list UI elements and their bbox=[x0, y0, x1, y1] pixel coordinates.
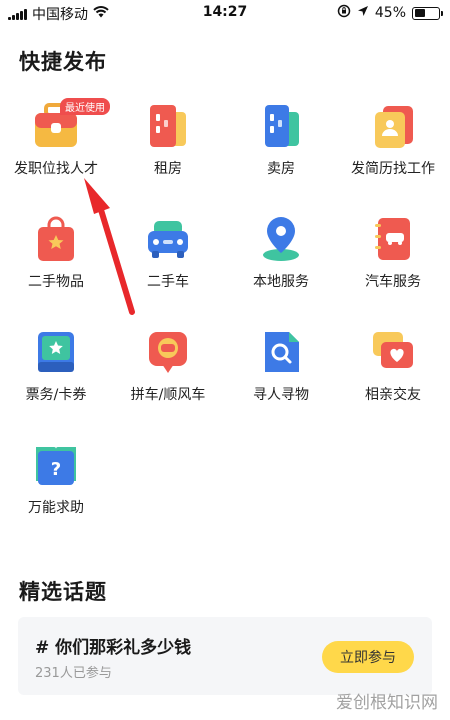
quick-item-local-service[interactable]: 本地服务 bbox=[225, 211, 337, 321]
quick-item-label: 拼车/顺风车 bbox=[130, 387, 206, 403]
quick-item-label: 发职位找人才 bbox=[14, 161, 98, 177]
heart-chat-icon bbox=[367, 326, 419, 378]
orientation-lock-icon bbox=[337, 4, 351, 22]
quick-item-help[interactable]: ? 万能求助 bbox=[0, 437, 112, 547]
quick-item-label: 发简历找工作 bbox=[351, 161, 435, 177]
help-book-icon: ? bbox=[30, 439, 82, 491]
location-pin-icon bbox=[255, 213, 307, 265]
quick-item-label: 租房 bbox=[154, 161, 182, 177]
ticket-icon bbox=[30, 326, 82, 378]
quick-item-label: 二手物品 bbox=[28, 274, 84, 290]
topic-participants: 231人已参与 bbox=[35, 666, 112, 681]
topics-title: 精选话题 bbox=[19, 580, 107, 604]
svg-text:?: ? bbox=[51, 459, 61, 480]
quick-item-label: 相亲交友 bbox=[365, 387, 421, 403]
status-bar: 中国移动 14:27 45% bbox=[0, 0, 450, 26]
quick-post-title: 快捷发布 bbox=[19, 50, 107, 74]
shopping-bag-icon bbox=[30, 213, 82, 265]
used-car-icon bbox=[142, 213, 194, 265]
quick-item-second-hand-goods[interactable]: 二手物品 bbox=[0, 211, 112, 321]
topic-title: # 你们那彩礼多少钱 bbox=[35, 638, 192, 658]
quick-item-car-service[interactable]: 汽车服务 bbox=[337, 211, 449, 321]
quick-item-label: 寻人寻物 bbox=[253, 387, 309, 403]
sell-building-icon bbox=[255, 100, 307, 152]
topic-card[interactable]: # 你们那彩礼多少钱 231人已参与 立即参与 bbox=[18, 617, 432, 695]
quick-item-carpool[interactable]: 拼车/顺风车 bbox=[112, 324, 224, 434]
battery-percent: 45% bbox=[374, 5, 406, 21]
car-service-book-icon bbox=[367, 213, 419, 265]
battery-level bbox=[414, 9, 425, 17]
location-arrow-icon bbox=[357, 5, 369, 21]
quick-item-label: 汽车服务 bbox=[365, 274, 421, 290]
watermark: 爱创根知识网 bbox=[336, 693, 438, 713]
quick-item-tickets[interactable]: 票务/卡券 bbox=[0, 324, 112, 434]
quick-item-label: 票务/卡券 bbox=[25, 387, 87, 403]
quick-item-used-car[interactable]: 二手车 bbox=[112, 211, 224, 321]
quick-item-lost-found[interactable]: 寻人寻物 bbox=[225, 324, 337, 434]
join-topic-button[interactable]: 立即参与 bbox=[322, 641, 414, 673]
resume-icon bbox=[367, 100, 419, 152]
status-right: 45% bbox=[337, 4, 443, 22]
quick-item-post-resume[interactable]: 发简历找工作 bbox=[337, 98, 449, 208]
quick-item-label: 本地服务 bbox=[253, 274, 309, 290]
recently-used-badge: 最近使用 bbox=[60, 98, 110, 115]
quick-item-sell-house[interactable]: 卖房 bbox=[225, 98, 337, 208]
quick-item-rent[interactable]: 租房 bbox=[112, 98, 224, 208]
search-document-icon bbox=[255, 326, 307, 378]
quick-item-label: 万能求助 bbox=[28, 500, 84, 516]
battery-icon bbox=[412, 6, 443, 20]
quick-item-dating[interactable]: 相亲交友 bbox=[337, 324, 449, 434]
carpool-pin-icon bbox=[142, 326, 194, 378]
quick-item-post-job[interactable]: 最近使用 发职位找人才 bbox=[0, 98, 112, 208]
rent-building-icon bbox=[142, 100, 194, 152]
quick-item-label: 卖房 bbox=[267, 161, 295, 177]
quick-item-label: 二手车 bbox=[147, 274, 189, 290]
